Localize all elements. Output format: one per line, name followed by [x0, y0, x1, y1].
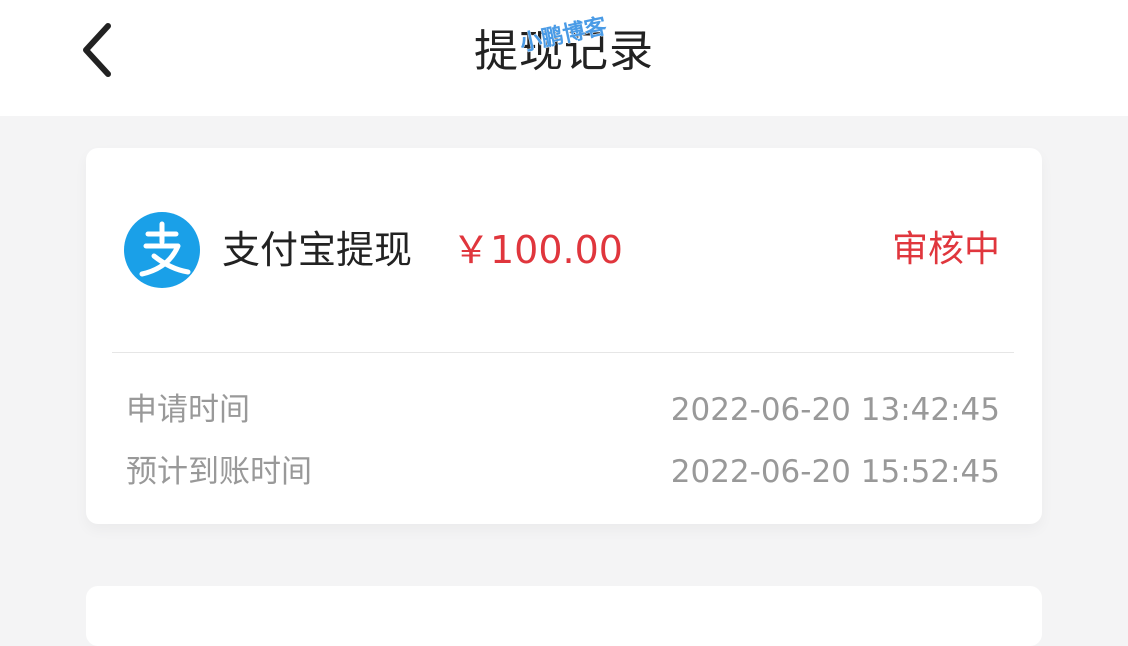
apply-time-value: 2022-06-20 13:42:45 — [670, 392, 1000, 428]
withdrawal-amount: ￥100.00 — [452, 228, 623, 272]
next-record-card[interactable] — [86, 586, 1042, 646]
divider — [112, 352, 1014, 353]
status-badge: 审核中 — [891, 229, 1000, 270]
expected-arrival-value: 2022-06-20 15:52:45 — [670, 454, 1000, 490]
withdrawal-record-card[interactable]: 支付宝提现 ￥100.00 审核中 申请时间 2022-06-20 13:42:… — [86, 148, 1042, 524]
top-nav-bar: 提现记录 小鹏博客 — [0, 0, 1128, 116]
expected-arrival-label: 预计到账时间 — [126, 454, 312, 490]
alipay-icon — [124, 212, 200, 288]
apply-time-label: 申请时间 — [126, 392, 250, 428]
withdrawal-method: 支付宝提现 — [222, 228, 413, 272]
